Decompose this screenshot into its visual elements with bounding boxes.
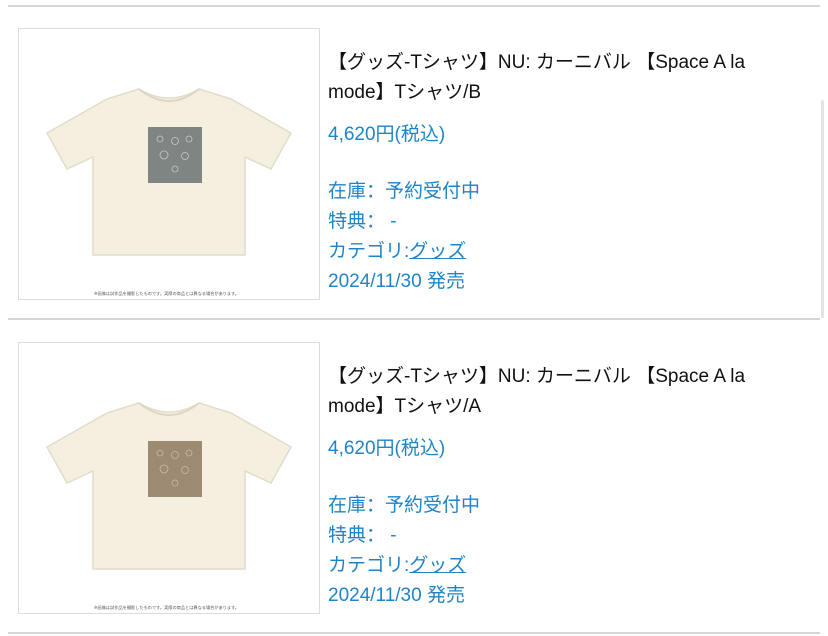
- release-date: 2024/11/30 発売: [328, 585, 465, 606]
- category-row: カテゴリ:グッズ: [328, 550, 466, 577]
- bonus-info: 特典： -: [328, 211, 397, 232]
- product-price: 4,620円(税込): [328, 438, 446, 459]
- product-card: ※画像は試作品を撮影したものです。実際の商品とは異なる場合があります。 【グッズ…: [0, 6, 828, 306]
- shirt-print: [148, 441, 202, 497]
- shirt-print: [148, 127, 202, 183]
- product-title[interactable]: 【グッズ-Tシャツ】NU: カーニバル 【Space A la mode】Tシャ…: [328, 48, 748, 108]
- product-image[interactable]: ※画像は試作品を撮影したものです。実際の商品とは異なる場合があります。: [18, 28, 320, 300]
- product-title[interactable]: 【グッズ-Tシャツ】NU: カーニバル 【Space A la mode】Tシャ…: [328, 362, 748, 422]
- category-link[interactable]: グッズ: [409, 241, 466, 262]
- category-link[interactable]: グッズ: [409, 555, 466, 576]
- product-price: 4,620円(税込): [328, 124, 446, 145]
- bonus-info: 特典： -: [328, 525, 397, 546]
- category-label: カテゴリ:: [328, 555, 410, 576]
- product-image[interactable]: ※画像は試作品を撮影したものです。実際の商品とは異なる場合があります。: [18, 342, 320, 614]
- release-date: 2024/11/30 発売: [328, 271, 465, 292]
- image-note: ※画像は試作品を撮影したものです。実際の商品とは異なる場合があります。: [94, 604, 239, 611]
- bottom-divider: [8, 632, 820, 634]
- stock-status: 在庫：予約受付中: [328, 495, 481, 516]
- product-card: ※画像は試作品を撮影したものです。実際の商品とは異なる場合があります。 【グッズ…: [0, 320, 828, 620]
- stock-status: 在庫：予約受付中: [328, 181, 481, 202]
- category-row: カテゴリ:グッズ: [328, 236, 466, 263]
- image-note: ※画像は試作品を撮影したものです。実際の商品とは異なる場合があります。: [94, 290, 239, 297]
- category-label: カテゴリ:: [328, 241, 410, 262]
